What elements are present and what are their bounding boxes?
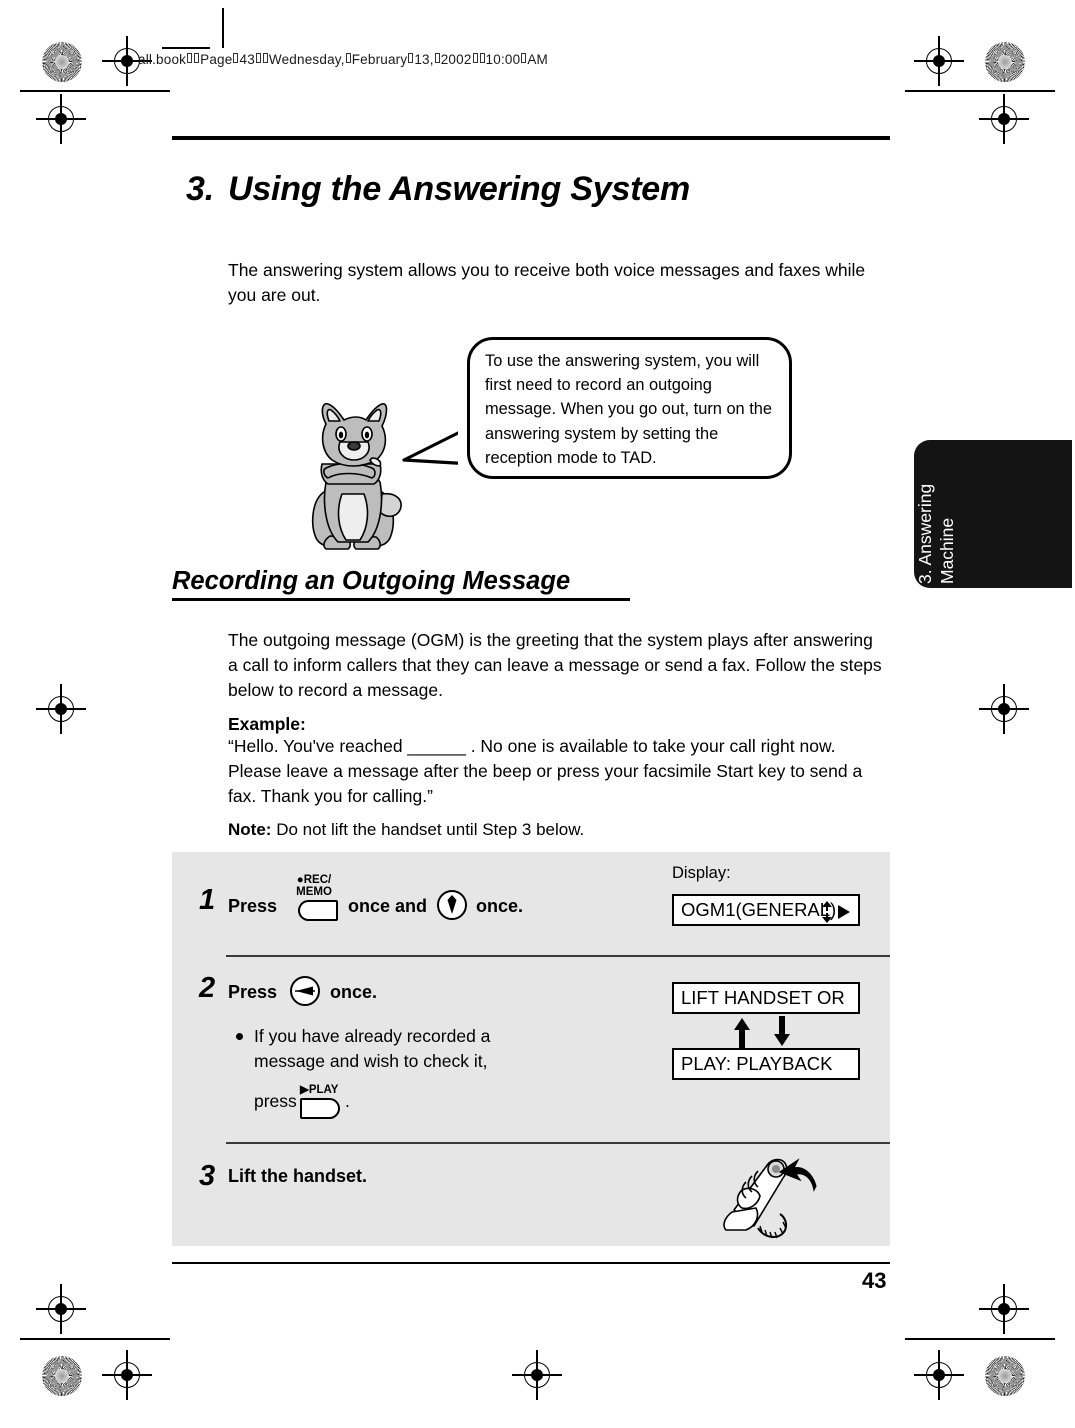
tip-balloon-text: To use the answering system, you will fi… <box>485 352 773 467</box>
header-rule <box>172 136 890 140</box>
chapter-title-text: Using the Answering System <box>227 170 691 208</box>
step-2-display-box-1: LIFT HANDSET OR <box>672 982 860 1014</box>
step-2-bullet-line-3-prefix: press <box>254 1091 297 1111</box>
print-starburst-top-left <box>42 42 82 82</box>
down-arrow-circle-key-icon[interactable] <box>437 890 467 920</box>
display-updown-right-arrows-icon <box>822 901 850 923</box>
registration-mark-left-upper <box>36 94 86 144</box>
mascot-dog-icon <box>311 402 402 550</box>
slug-time: 10:00 <box>485 52 521 67</box>
hand-lifting-handset-icon <box>723 1158 817 1239</box>
footer-rule <box>172 1262 890 1265</box>
step-2-press-label: Press <box>228 982 278 1002</box>
note-body: Do not lift the handset until Step 3 bel… <box>276 820 585 839</box>
step-2-display-value-1: LIFT HANDSET OR <box>681 987 845 1008</box>
trim-line-top-left <box>20 90 170 92</box>
registration-mark-right-lower <box>979 1284 1029 1334</box>
registration-mark-left-middle <box>36 684 86 734</box>
rec-memo-key-label-line2: MEMO <box>296 886 332 898</box>
step-2-bullet-line-1: If you have already recorded a <box>254 1026 491 1046</box>
example-label: Example: <box>228 714 306 734</box>
chapter-side-tab: 3. Answering Machine <box>914 440 1072 588</box>
page-number: 43 <box>862 1268 887 1293</box>
rec-memo-key-label-line1: ●REC/ <box>296 874 332 886</box>
trim-line-bottom-right <box>905 1338 1055 1340</box>
page-title: 3. Using the Answering System <box>186 170 946 209</box>
right-arrow-circle-key-icon[interactable] <box>290 976 320 1006</box>
step-3-label: Lift the handset. <box>228 1166 367 1186</box>
balloon-tail-icon <box>402 420 478 468</box>
section-body: The outgoing message (OGM) is the greeti… <box>228 630 882 700</box>
slug-rule <box>162 47 210 49</box>
play-key-icon[interactable] <box>300 1098 340 1119</box>
step-2-number: 2 <box>199 972 216 1004</box>
print-starburst-bottom-left <box>42 1356 82 1396</box>
rec-memo-key-icon[interactable] <box>298 900 338 921</box>
slug-filename: all.book <box>138 52 187 67</box>
step-2-bullet-line-2: message and wish to check it, <box>254 1051 488 1071</box>
slug-day: 13, <box>414 52 434 67</box>
tip-balloon: To use the answering system, you will fi… <box>467 337 792 479</box>
registration-mark-right-middle <box>979 684 1029 734</box>
registration-mark-top-right <box>914 36 964 86</box>
display-exchange-arrows-icon <box>734 1016 790 1048</box>
slug-year: 2002 <box>440 52 472 67</box>
step-2-bullet-line-3-suffix: . <box>345 1091 350 1111</box>
slug-page-number: 43 <box>239 52 255 67</box>
chapter-side-tab-label: 3. Answering Machine <box>915 483 957 584</box>
step-2-bullet-dot <box>236 1033 243 1040</box>
step-2-display-value-2: PLAY: PLAYBACK <box>681 1053 833 1074</box>
registration-mark-right-upper <box>979 94 1029 144</box>
step-separator-2 <box>226 1142 890 1145</box>
step-1-display-label: Display: <box>672 864 731 882</box>
step-1-display-value: OGM1(GENERAL) <box>681 899 837 920</box>
step-separator-1 <box>226 955 890 958</box>
trim-line-top <box>222 8 224 48</box>
registration-mark-bottom-center <box>512 1350 562 1400</box>
note-text: Note: Do not lift the handset until Step… <box>228 818 878 842</box>
slug-month: February <box>351 52 408 67</box>
slug-meridiem: AM <box>527 52 548 67</box>
step-1-mid-label: once and <box>348 896 428 916</box>
registration-mark-bottom-right <box>914 1350 964 1400</box>
play-key-label: ▶PLAY <box>300 1084 339 1096</box>
file-slug: all.book Page 43 Wednesday, February 13, 2002 1… <box>138 52 548 67</box>
step-2-display-box-2: PLAY: PLAYBACK <box>672 1048 860 1080</box>
manual-page: all.book Page 43 Wednesday, February 13, 2002 1… <box>0 0 1075 1428</box>
step-3-number: 3 <box>199 1160 216 1192</box>
example-body: “Hello. You've reached ______ . No one i… <box>228 736 863 806</box>
registration-mark-left-lower <box>36 1284 86 1334</box>
print-starburst-top-right <box>985 42 1025 82</box>
trim-line-bottom-left <box>20 1338 170 1340</box>
trim-line-top-right <box>905 90 1055 92</box>
slug-page-word: Page <box>200 52 233 67</box>
section-heading: Recording an Outgoing Message <box>172 567 571 595</box>
step-1-display-box: OGM1(GENERAL) <box>672 894 860 926</box>
chapter-number: 3. <box>186 170 214 208</box>
intro-paragraph: The answering system allows you to recei… <box>228 260 866 305</box>
registration-mark-bottom-left <box>102 1350 152 1400</box>
step-1-press-label: Press <box>228 896 278 916</box>
slug-weekday: Wednesday, <box>268 52 345 67</box>
note-label: Note: <box>228 820 272 839</box>
step-1-end-label: once. <box>476 896 524 916</box>
step-1-number: 1 <box>199 884 216 916</box>
print-starburst-bottom-right <box>985 1356 1025 1396</box>
step-2-end-label: once. <box>330 982 378 1002</box>
section-heading-underline <box>172 598 630 601</box>
